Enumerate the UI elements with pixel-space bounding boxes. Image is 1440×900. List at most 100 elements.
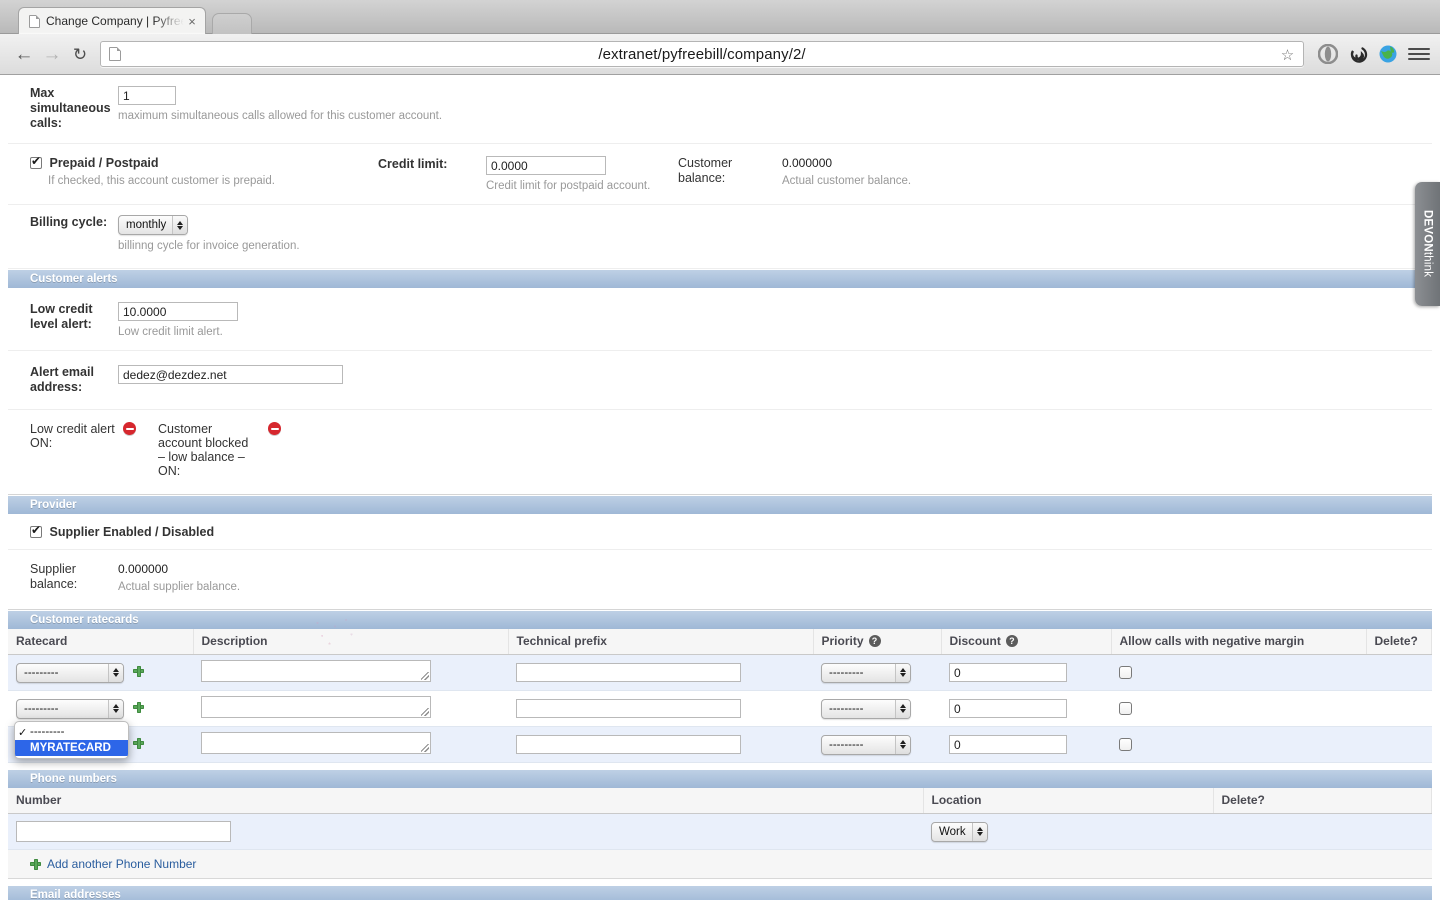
reload-icon[interactable]: ↻ <box>66 40 94 68</box>
supplier-enabled-label-text: Supplier Enabled / Disabled <box>49 525 215 539</box>
field-supplier-balance: Supplier balance: 0.000000 Actual suppli… <box>8 550 1432 610</box>
cell-technical-prefix <box>508 654 813 691</box>
ratecards-header-row: Ratecard Description Technical prefix Pr… <box>8 629 1432 655</box>
add-ratecard-icon-3[interactable] <box>133 737 145 749</box>
prepaid-checkbox[interactable] <box>30 155 42 169</box>
cell-description <box>193 726 508 763</box>
supplier-enabled-label[interactable]: Supplier Enabled / Disabled <box>30 524 215 539</box>
devonthink-label-bold: DEVON <box>1421 210 1434 253</box>
supplier-balance-label: Supplier balance: <box>30 562 78 591</box>
opera-icon[interactable] <box>1318 44 1338 64</box>
cell-phone-number <box>8 813 923 850</box>
cell-delete <box>1366 690 1432 727</box>
supplier-enabled-checkbox[interactable] <box>30 524 42 538</box>
stepper-arrows-icon <box>108 699 123 718</box>
dropdown-option-myratecard-label: MYRATECARD <box>30 742 111 754</box>
billing-cycle-label: Billing cycle: <box>30 215 108 229</box>
hamburger-menu-icon[interactable] <box>1408 48 1430 60</box>
phone-location-select[interactable]: Work <box>931 821 988 842</box>
stepper-arrows-icon <box>971 822 987 841</box>
page-favicon-icon <box>29 14 40 28</box>
description-textarea-3[interactable] <box>201 732 431 754</box>
cell-allow-negative <box>1111 690 1366 727</box>
ratecard-select-1[interactable]: --------- <box>16 662 124 683</box>
stepper-arrows-icon <box>895 735 910 754</box>
phone-number-input[interactable] <box>16 821 231 842</box>
prepaid-label[interactable]: Prepaid / Postpaid <box>30 155 159 170</box>
priority-select-2[interactable]: --------- <box>821 698 911 719</box>
browser-tab-title: Change Company | Pyfreebill <box>46 14 185 28</box>
priority-question-mark-icon[interactable]: ? <box>868 635 881 647</box>
priority-select-3[interactable]: --------- <box>821 734 911 755</box>
add-phone-number-row[interactable]: Add another Phone Number <box>8 850 1432 879</box>
spiral-icon[interactable] <box>1348 44 1368 64</box>
phone-location-value: Work <box>939 825 966 838</box>
allow-negative-checkbox-2[interactable] <box>1119 701 1132 715</box>
cell-priority: --------- <box>813 654 941 691</box>
billing-cycle-select[interactable]: monthly <box>118 215 189 235</box>
devonthink-label-light: think <box>1421 252 1434 278</box>
discount-input-1[interactable] <box>949 663 1067 682</box>
close-tab-icon[interactable]: × <box>185 15 199 28</box>
address-bar[interactable]: /extranet/pyfreebill/company/2/ ☆ <box>100 41 1304 67</box>
cell-discount <box>941 690 1111 727</box>
technical-prefix-input-1[interactable] <box>516 663 741 682</box>
cell-delete <box>1366 654 1432 691</box>
ratecard-value-2: --------- <box>24 702 59 715</box>
col-technical-prefix: Technical prefix <box>508 629 814 655</box>
extension-icons <box>1312 44 1402 64</box>
table-row: Work <box>8 813 1432 850</box>
dropdown-option-myratecard[interactable]: MYRATECARD <box>15 740 128 756</box>
col-discount: Discount? <box>941 629 1112 655</box>
section-header-customer-ratecards: Customer ratecards <box>8 610 1432 629</box>
col-phone-delete: Delete? <box>1213 788 1432 814</box>
col-ratecard: Ratecard <box>8 629 194 655</box>
credit-limit-label: Credit limit: <box>378 157 448 171</box>
col-priority: Priority? <box>813 629 942 655</box>
discount-input-3[interactable] <box>949 735 1067 754</box>
priority-select-1[interactable]: --------- <box>821 662 911 683</box>
add-another-phone-number-link[interactable]: Add another Phone Number <box>47 857 196 871</box>
credit-limit-help: Credit limit for postpaid account. <box>486 180 651 192</box>
bookmark-star-icon[interactable]: ☆ <box>1278 45 1297 64</box>
col-discount-text: Discount <box>949 634 1001 648</box>
add-ratecard-icon-2[interactable] <box>133 701 145 713</box>
new-tab-button[interactable] <box>212 13 252 34</box>
priority-value-2: --------- <box>829 702 864 715</box>
max-calls-input[interactable] <box>118 86 176 105</box>
ratecard-select-2[interactable]: --------- <box>16 698 124 719</box>
dropdown-option-blank-label: --------- <box>30 726 65 738</box>
description-textarea-1[interactable] <box>201 660 431 682</box>
add-ratecard-icon-1[interactable] <box>133 665 145 677</box>
alert-email-label: Alert email address: <box>30 365 94 394</box>
browser-tab[interactable]: Change Company | Pyfreebill × <box>18 7 206 34</box>
field-billing-cycle: Billing cycle: monthly billinng cycle fo… <box>8 205 1432 269</box>
globe-icon[interactable] <box>1378 44 1398 64</box>
ratecard-dropdown-popup[interactable]: ✓ --------- MYRATECARD <box>14 721 129 759</box>
checkmark-icon: ✓ <box>18 726 28 739</box>
stepper-arrows-icon <box>895 663 910 682</box>
ratecards-body: --------- --------- 0 --------- --------… <box>8 654 1432 763</box>
alert-email-input[interactable] <box>118 365 343 384</box>
technical-prefix-input-2[interactable] <box>516 699 741 718</box>
address-bar-url: /extranet/pyfreebill/company/2/ <box>598 45 806 63</box>
low-credit-input[interactable] <box>118 302 238 321</box>
phone-numbers-body: Work <box>8 813 1432 850</box>
cell-ratecard: --------- <box>8 654 193 691</box>
discount-question-mark-icon[interactable]: ? <box>1005 635 1018 647</box>
dropdown-option-blank[interactable]: ✓ --------- <box>15 724 128 740</box>
allow-negative-checkbox-1[interactable] <box>1119 665 1132 679</box>
customer-balance-value: 0.000000 <box>782 156 833 170</box>
discount-input-2[interactable] <box>949 699 1067 718</box>
description-textarea-2[interactable] <box>201 696 431 718</box>
priority-value-1: --------- <box>829 666 864 679</box>
back-arrow-icon[interactable]: ← <box>10 40 38 68</box>
allow-negative-checkbox-3[interactable] <box>1119 737 1132 751</box>
credit-limit-input[interactable] <box>486 156 606 175</box>
supplier-balance-value: 0.000000 <box>118 562 169 576</box>
page-content: Max simultaneous calls: maximum simultan… <box>0 76 1440 900</box>
field-max-simultaneous-calls: Max simultaneous calls: maximum simultan… <box>8 76 1432 144</box>
technical-prefix-input-3[interactable] <box>516 735 741 754</box>
section-header-customer-alerts: Customer alerts <box>8 269 1432 288</box>
devonthink-side-tab[interactable]: DEVONthink <box>1415 182 1440 306</box>
